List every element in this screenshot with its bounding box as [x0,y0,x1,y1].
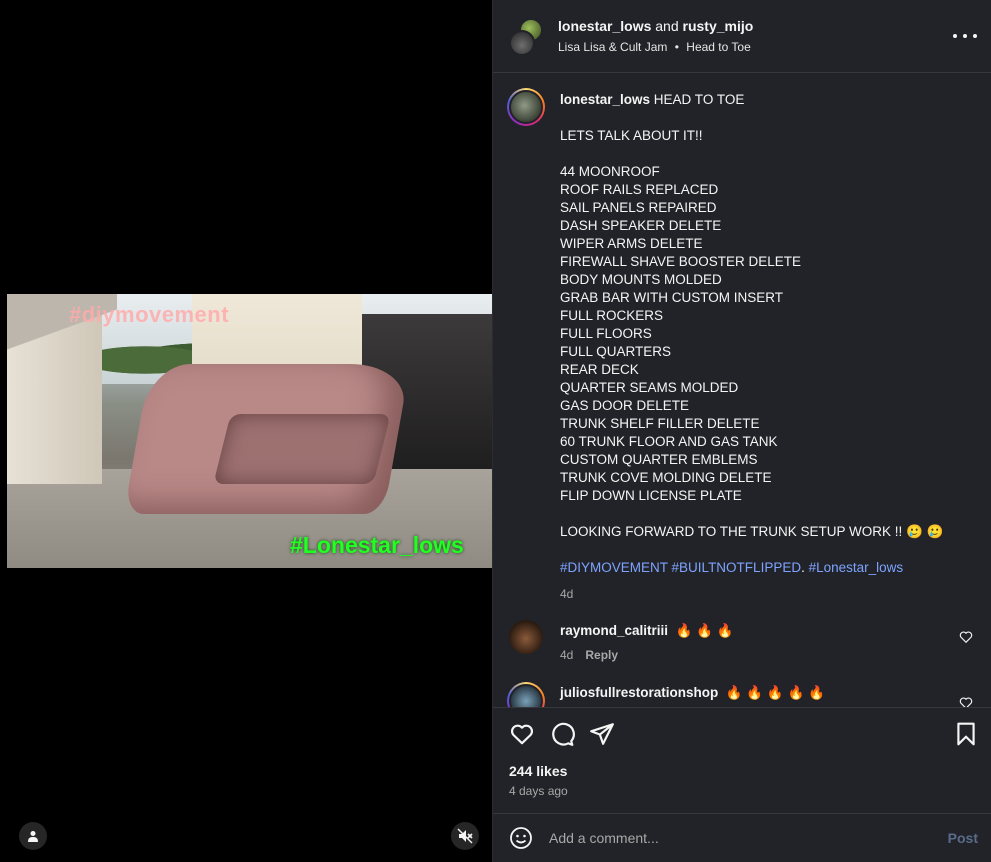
comment-body: 🔥 🔥 🔥 🔥 🔥 [725,685,825,700]
comment-item: raymond_calitriii 🔥 🔥 🔥 4d Reply [507,620,977,680]
caption-line: LETS TALK ABOUT IT!! [560,128,703,143]
avatar[interactable] [509,30,535,56]
tagged-users-button[interactable] [19,822,47,850]
mute-button[interactable] [451,822,479,850]
caption-line: REAR DECK [560,362,639,377]
caption-line: SAIL PANELS REPAIRED [560,200,717,215]
caption-line: TRUNK SHELF FILLER DELETE [560,416,760,431]
avatar[interactable] [509,620,543,654]
author-joiner: and [651,18,683,34]
caption-line: FLIP DOWN LICENSE PLATE [560,488,742,503]
media-pane[interactable]: #diymovement #Lonestar_lows [0,0,492,862]
post-authors: lonestar_lows and rusty_mijo [558,18,753,34]
caption-line: BODY MOUNTS MOLDED [560,272,722,287]
comment-item: juliosfullrestorationshop 🔥 🔥 🔥 🔥 🔥 [507,682,977,707]
author-link-lonestar-lows[interactable]: lonestar_lows [558,18,651,34]
caption-line: FULL QUARTERS [560,344,672,359]
caption-hashtags: #DIYMOVEMENT #BUILTNOTFLIPPED. #Lonestar… [560,559,980,577]
caption-line: GAS DOOR DELETE [560,398,690,413]
audio-title-link[interactable]: Head to Toe [686,40,751,54]
heart-icon[interactable] [959,696,973,707]
caption-line: TRUNK COVE MOLDING DELETE [560,470,772,485]
comment-timestamp: 4d [560,648,574,662]
smiley-icon[interactable] [509,826,533,850]
video-player[interactable]: #diymovement #Lonestar_lows [7,294,492,568]
collab-avatars[interactable] [509,18,545,56]
comments-scroll-area[interactable]: lonestar_lows HEAD TO TOE LETS TALK ABOU… [493,74,991,707]
comment-text: juliosfullrestorationshop 🔥 🔥 🔥 🔥 🔥 [560,685,825,701]
post-comment-button[interactable]: Post [948,830,978,846]
caption-line [560,145,980,163]
heart-icon[interactable] [509,721,535,747]
caption-lines: LETS TALK ABOUT IT!! 44 MOONROOF ROOF RAIL… [560,127,980,559]
caption-line: DASH SPEAKER DELETE [560,218,722,233]
post-actions: 244 likes 4 days ago [493,707,991,813]
post-date: 4 days ago [509,784,568,798]
avatar[interactable] [507,88,545,126]
more-horizontal-icon [973,34,977,38]
video-scene-car-trunk [213,414,391,484]
bookmark-icon[interactable] [953,721,979,747]
comment-bubble-icon[interactable] [549,721,575,747]
caption-line: GRAB BAR WITH CUSTOM INSERT [560,290,784,305]
hashtag-link[interactable]: #Lonestar_lows [809,560,904,575]
video-overlay-text-top: #diymovement [69,302,230,327]
caption-line: FIREWALL SHAVE BOOSTER DELETE [560,254,802,269]
caption-title: HEAD TO TOE [653,92,745,107]
caption-line: CUSTOM QUARTER EMBLEMS [560,452,758,467]
caption-line: QUARTER SEAMS MOLDED [560,380,739,395]
comment-input[interactable] [549,824,929,852]
hashtag-link[interactable]: #BUILTNOTFLIPPED [672,560,802,575]
heart-icon[interactable] [959,630,973,644]
likes-count[interactable]: 244 likes [509,763,567,779]
hashtag-separator: . [801,560,809,575]
post-side-panel: lonestar_lows and rusty_mijo Lisa Lisa &… [492,0,991,862]
comment-text: raymond_calitriii 🔥 🔥 🔥 [560,623,734,639]
caption-line: 60 TRUNK FLOOR AND GAS TANK [560,434,778,449]
caption-username[interactable]: lonestar_lows [560,92,650,107]
caption-line: ROOF RAILS REPLACED [560,182,719,197]
hashtag-link[interactable]: #DIYMOVEMENT [560,560,668,575]
audio-artist-link[interactable]: Lisa Lisa & Cult Jam [558,40,667,54]
person-icon [28,831,38,842]
comment-username[interactable]: raymond_calitriii [560,623,668,638]
caption-line [560,505,980,523]
comment-body: 🔥 🔥 🔥 [675,623,734,638]
caption-line: 44 MOONROOF [560,164,660,179]
caption-line: FULL ROCKERS [560,308,664,323]
comment-meta: 4d Reply [560,648,618,662]
caption-line [560,541,980,559]
more-options-button[interactable] [953,26,977,46]
post-header: lonestar_lows and rusty_mijo Lisa Lisa &… [493,0,991,73]
caption-line: FULL FLOORS [560,326,652,341]
audio-separator: • [674,40,679,54]
caption-body: lonestar_lows HEAD TO TOE LETS TALK ABOU… [560,91,980,603]
caption-line: WIPER ARMS DELETE [560,236,703,251]
video-overlay-text-bottom: #Lonestar_lows [290,532,464,558]
comment-username[interactable]: juliosfullrestorationshop [560,685,718,700]
author-link-rusty-mijo[interactable]: rusty_mijo [683,18,754,34]
comment-composer: Post [493,813,991,862]
more-horizontal-icon [963,34,967,38]
speaker-muted-icon [457,828,473,844]
caption-line: LOOKING FORWARD TO THE TRUNK SETUP WORK … [560,524,944,539]
reply-button[interactable]: Reply [585,648,618,662]
avatar[interactable] [507,682,545,707]
paper-plane-icon[interactable] [589,721,615,747]
audio-info: Lisa Lisa & Cult Jam • Head to Toe [558,40,751,54]
more-horizontal-icon [953,34,957,38]
caption-timestamp: 4d [560,587,574,601]
